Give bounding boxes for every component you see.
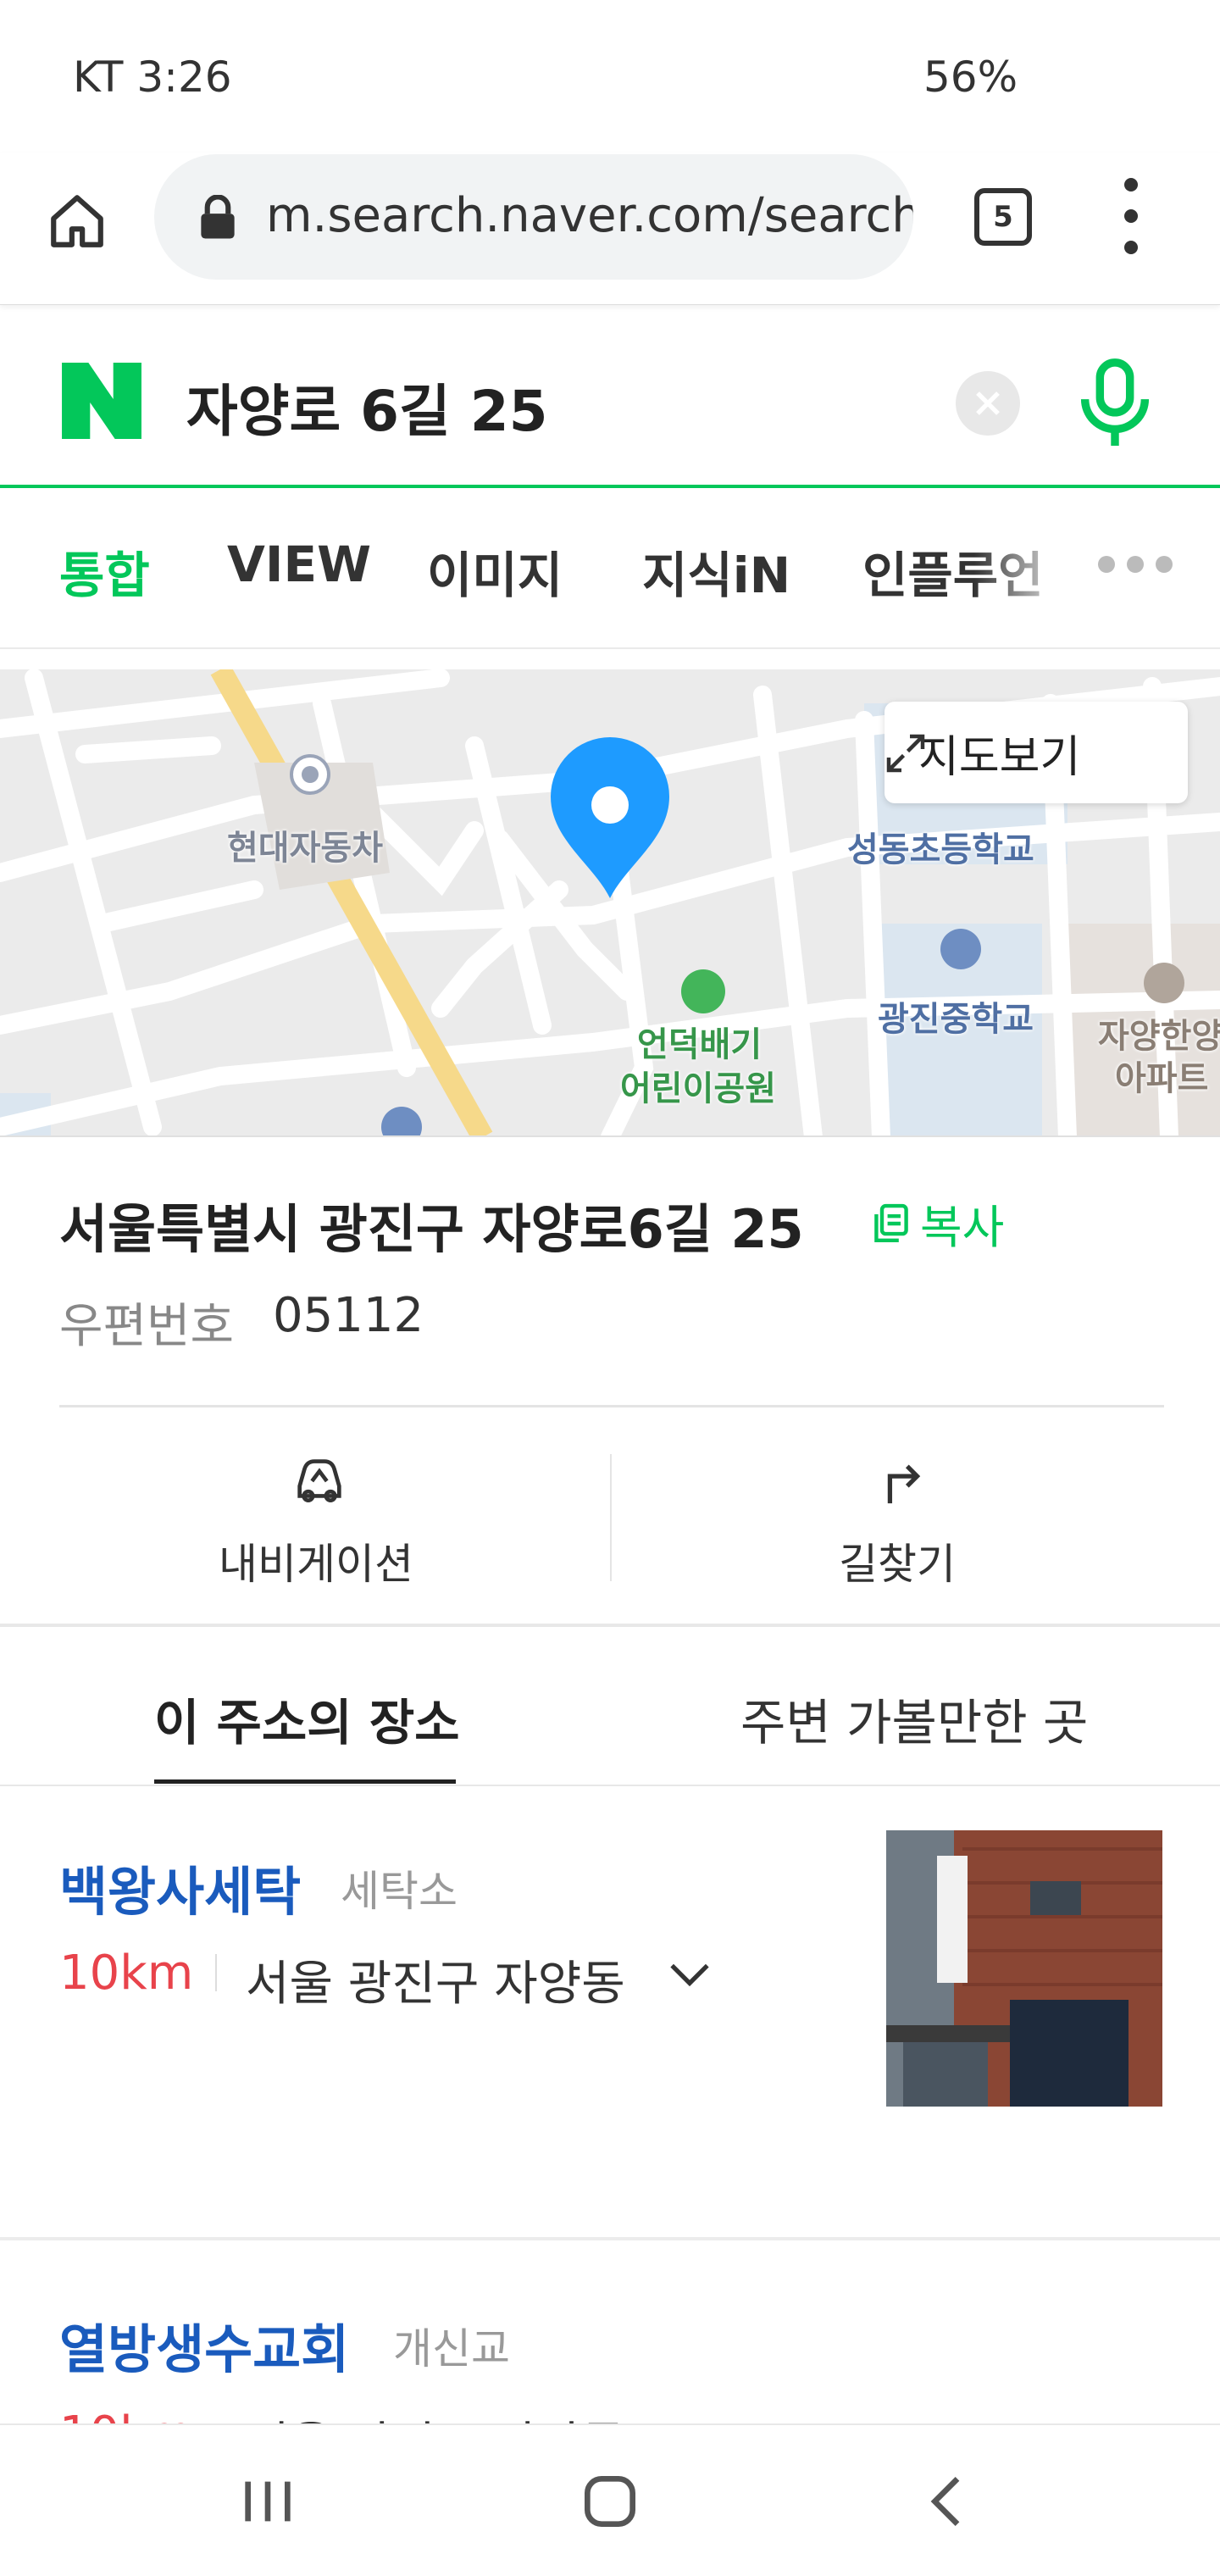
tab-nearby-places[interactable]: 주변 가볼만한 곳 [740, 1683, 1088, 1754]
lock-icon [201, 195, 235, 239]
tab-this-address-places[interactable]: 이 주소의 장소 [154, 1683, 460, 1754]
browser-menu-button[interactable] [1118, 178, 1144, 254]
map-label-jayang-apt-2: 아파트 [1115, 1059, 1209, 1098]
tab-integrated[interactable]: 통합 [59, 536, 150, 607]
navigation-label: 내비게이션 [219, 1540, 413, 1589]
more-vert-icon [1124, 178, 1138, 192]
status-bar: KT 3:26 56% [0, 0, 1220, 153]
tab-switcher-button[interactable]: 5 [974, 188, 1032, 246]
place-address: 서울 광진구 자양동 [246, 2407, 625, 2423]
directions-button[interactable]: 길찾기 [610, 1407, 1220, 1627]
search-bar: 자양로 6길 25 [0, 322, 1220, 488]
tab-knowledge-in[interactable]: 지식iN [642, 536, 790, 607]
more-tabs-button[interactable] [1098, 556, 1173, 573]
url-text: m.search.naver.com/search [266, 188, 913, 243]
naver-logo-icon[interactable] [61, 363, 142, 439]
directions-icon [887, 1464, 921, 1504]
directions-label: 길찾기 [839, 1540, 956, 1589]
place-tabs: 이 주소의 장소 주변 가볼만한 곳 [0, 1630, 1220, 1786]
list-item[interactable]: 백왕사세탁 세탁소 10km 서울 광진구 자양동 [0, 1788, 1220, 2237]
expand-icon [886, 734, 925, 773]
url-bar[interactable]: m.search.naver.com/search [154, 154, 913, 280]
close-icon [976, 391, 1000, 415]
browser-toolbar: m.search.naver.com/search 5 [0, 153, 1220, 305]
map-label-hyundai: 현대자동차 [227, 829, 383, 868]
list-item[interactable]: 열방생수교회 개신교 10km 서울 광진구 자양동 [0, 2240, 1220, 2423]
back-icon[interactable] [915, 2468, 983, 2535]
place-category: 세탁소 [341, 1867, 458, 1916]
system-nav-bar [0, 2423, 1220, 2576]
map-label-park-1: 언덕배기 [637, 1025, 762, 1064]
place-thumbnail[interactable] [886, 1830, 1162, 2107]
tab-images[interactable]: 이미지 [427, 536, 563, 607]
home-icon [51, 195, 103, 247]
place-category: 개신교 [393, 2324, 510, 2373]
more-horiz-icon [1098, 556, 1115, 573]
chevron-down-icon[interactable] [668, 1957, 712, 1991]
action-buttons: 내비게이션 길찾기 [0, 1407, 1220, 1627]
map-view-button[interactable]: 지도보기 [884, 702, 1188, 803]
search-tabs: 통합 VIEW 이미지 지식iN 인플루언 [0, 488, 1220, 649]
postal-label: 우편번호 [59, 1299, 235, 1354]
car-navigation-icon [297, 1459, 341, 1503]
place-distance: 10km [59, 1946, 194, 2001]
navigation-button[interactable]: 내비게이션 [0, 1407, 610, 1627]
battery-level: 56% [923, 53, 1018, 102]
clear-search-button[interactable] [956, 371, 1020, 436]
postal-code: 05112 [273, 1288, 424, 1343]
home-button[interactable] [39, 183, 115, 259]
search-query[interactable]: 자양로 6길 25 [186, 366, 548, 447]
copy-icon [874, 1203, 908, 1242]
home-nav-icon[interactable] [576, 2468, 644, 2535]
map-label-park-2: 어린이공원 [620, 1069, 776, 1108]
full-address: 서울특별시 광진구 자양로6길 25 [59, 1198, 804, 1260]
place-distance: 10km [59, 2407, 193, 2423]
active-tab-indicator [154, 1779, 456, 1784]
place-name[interactable]: 열방생수교회 [59, 2307, 349, 2383]
map[interactable]: 현대자동차 성동초등학교 광진중학교 자양한양 아파트 언덕배기 어린이공원 지… [0, 669, 1220, 1137]
microphone-icon[interactable] [1074, 356, 1156, 449]
carrier-time: KT 3:26 [73, 53, 232, 102]
copy-address-button[interactable]: 복사 [873, 1190, 1004, 1257]
map-view-label: 지도보기 [918, 731, 1081, 783]
place-address: 서울 광진구 자양동 [246, 1957, 625, 2012]
tab-view[interactable]: VIEW [227, 536, 371, 593]
copy-label: 복사 [920, 1201, 1005, 1254]
map-label-gwangjin-middle: 광진중학교 [878, 1000, 1034, 1039]
map-label-seongdong-school: 성동초등학교 [847, 830, 1034, 869]
place-name[interactable]: 백왕사세탁 [59, 1849, 301, 1925]
recent-apps-icon[interactable] [234, 2468, 302, 2535]
